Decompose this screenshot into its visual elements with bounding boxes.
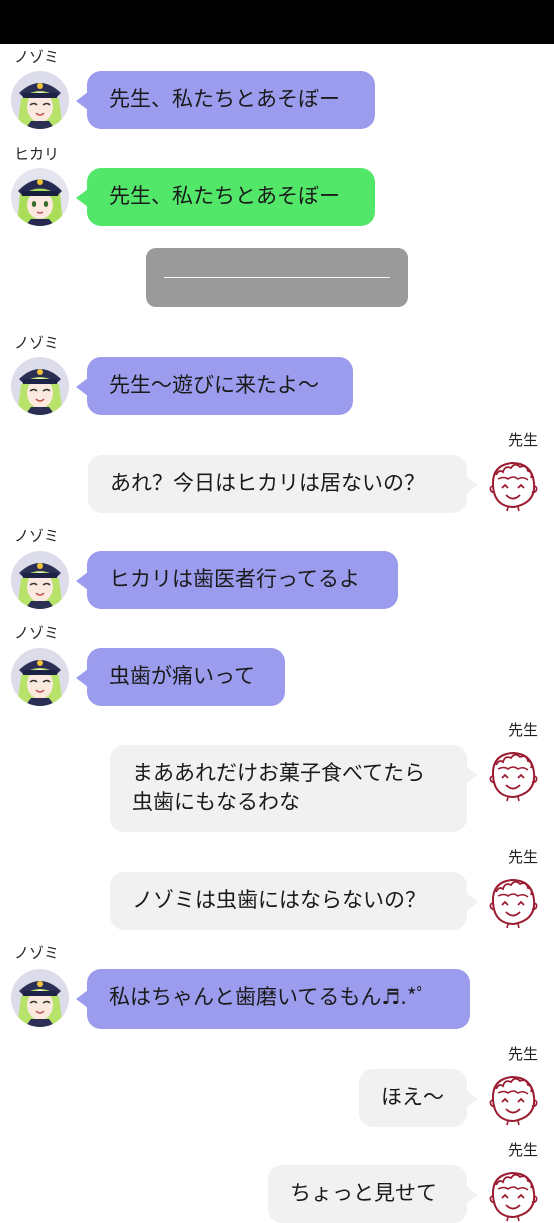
message-bubble[interactable]: 先生、私たちとあそぼー: [76, 168, 375, 226]
sensei-face-sketch-icon[interactable]: [484, 1165, 542, 1223]
message-bubble[interactable]: まああれだけお菓子食べてたら 虫歯にもなるわな: [110, 745, 478, 832]
sender-name: 先生: [508, 848, 539, 866]
sender-name: ノゾミ: [14, 48, 60, 66]
sender-name: 先生: [508, 431, 539, 449]
message-bubble[interactable]: ノゾミは虫歯にはならないの？: [110, 872, 478, 930]
message-bubble[interactable]: ほえ〜: [359, 1069, 478, 1127]
sensei-face-sketch-icon[interactable]: [484, 1069, 542, 1127]
hikari-avatar-icon[interactable]: [11, 168, 69, 226]
scene-divider: [146, 248, 408, 307]
sender-name: ノゾミ: [14, 624, 60, 642]
message-bubble[interactable]: ちょっと見せて: [268, 1165, 478, 1223]
nozomi-avatar-icon[interactable]: [11, 969, 69, 1027]
status-bar: [0, 0, 554, 44]
sensei-face-sketch-icon[interactable]: [484, 455, 542, 513]
nozomi-avatar-icon[interactable]: [11, 551, 69, 609]
divider-line: [164, 277, 390, 278]
sender-name: ノゾミ: [14, 334, 60, 352]
nozomi-avatar-icon[interactable]: [11, 71, 69, 129]
sensei-face-sketch-icon[interactable]: [484, 872, 542, 930]
nozomi-avatar-icon[interactable]: [11, 357, 69, 415]
sender-name: ノゾミ: [14, 527, 60, 545]
message-bubble[interactable]: ヒカリは歯医者行ってるよ: [76, 551, 398, 609]
sender-name: ノゾミ: [14, 944, 60, 962]
message-bubble[interactable]: あれ？今日はヒカリは居ないの？: [88, 455, 478, 513]
sender-name: 先生: [508, 721, 539, 739]
message-bubble[interactable]: 先生、私たちとあそぼー: [76, 71, 375, 129]
sender-name: ヒカリ: [14, 145, 60, 163]
message-bubble[interactable]: 先生〜遊びに来たよ〜: [76, 357, 353, 415]
sender-name: 先生: [508, 1141, 539, 1159]
sensei-face-sketch-icon[interactable]: [484, 745, 542, 803]
sender-name: 先生: [508, 1045, 539, 1063]
message-bubble[interactable]: 虫歯が痛いって: [76, 648, 285, 706]
message-bubble[interactable]: 私はちゃんと歯磨いてるもん♬.*ﾟ: [76, 969, 470, 1029]
nozomi-avatar-icon[interactable]: [11, 648, 69, 706]
